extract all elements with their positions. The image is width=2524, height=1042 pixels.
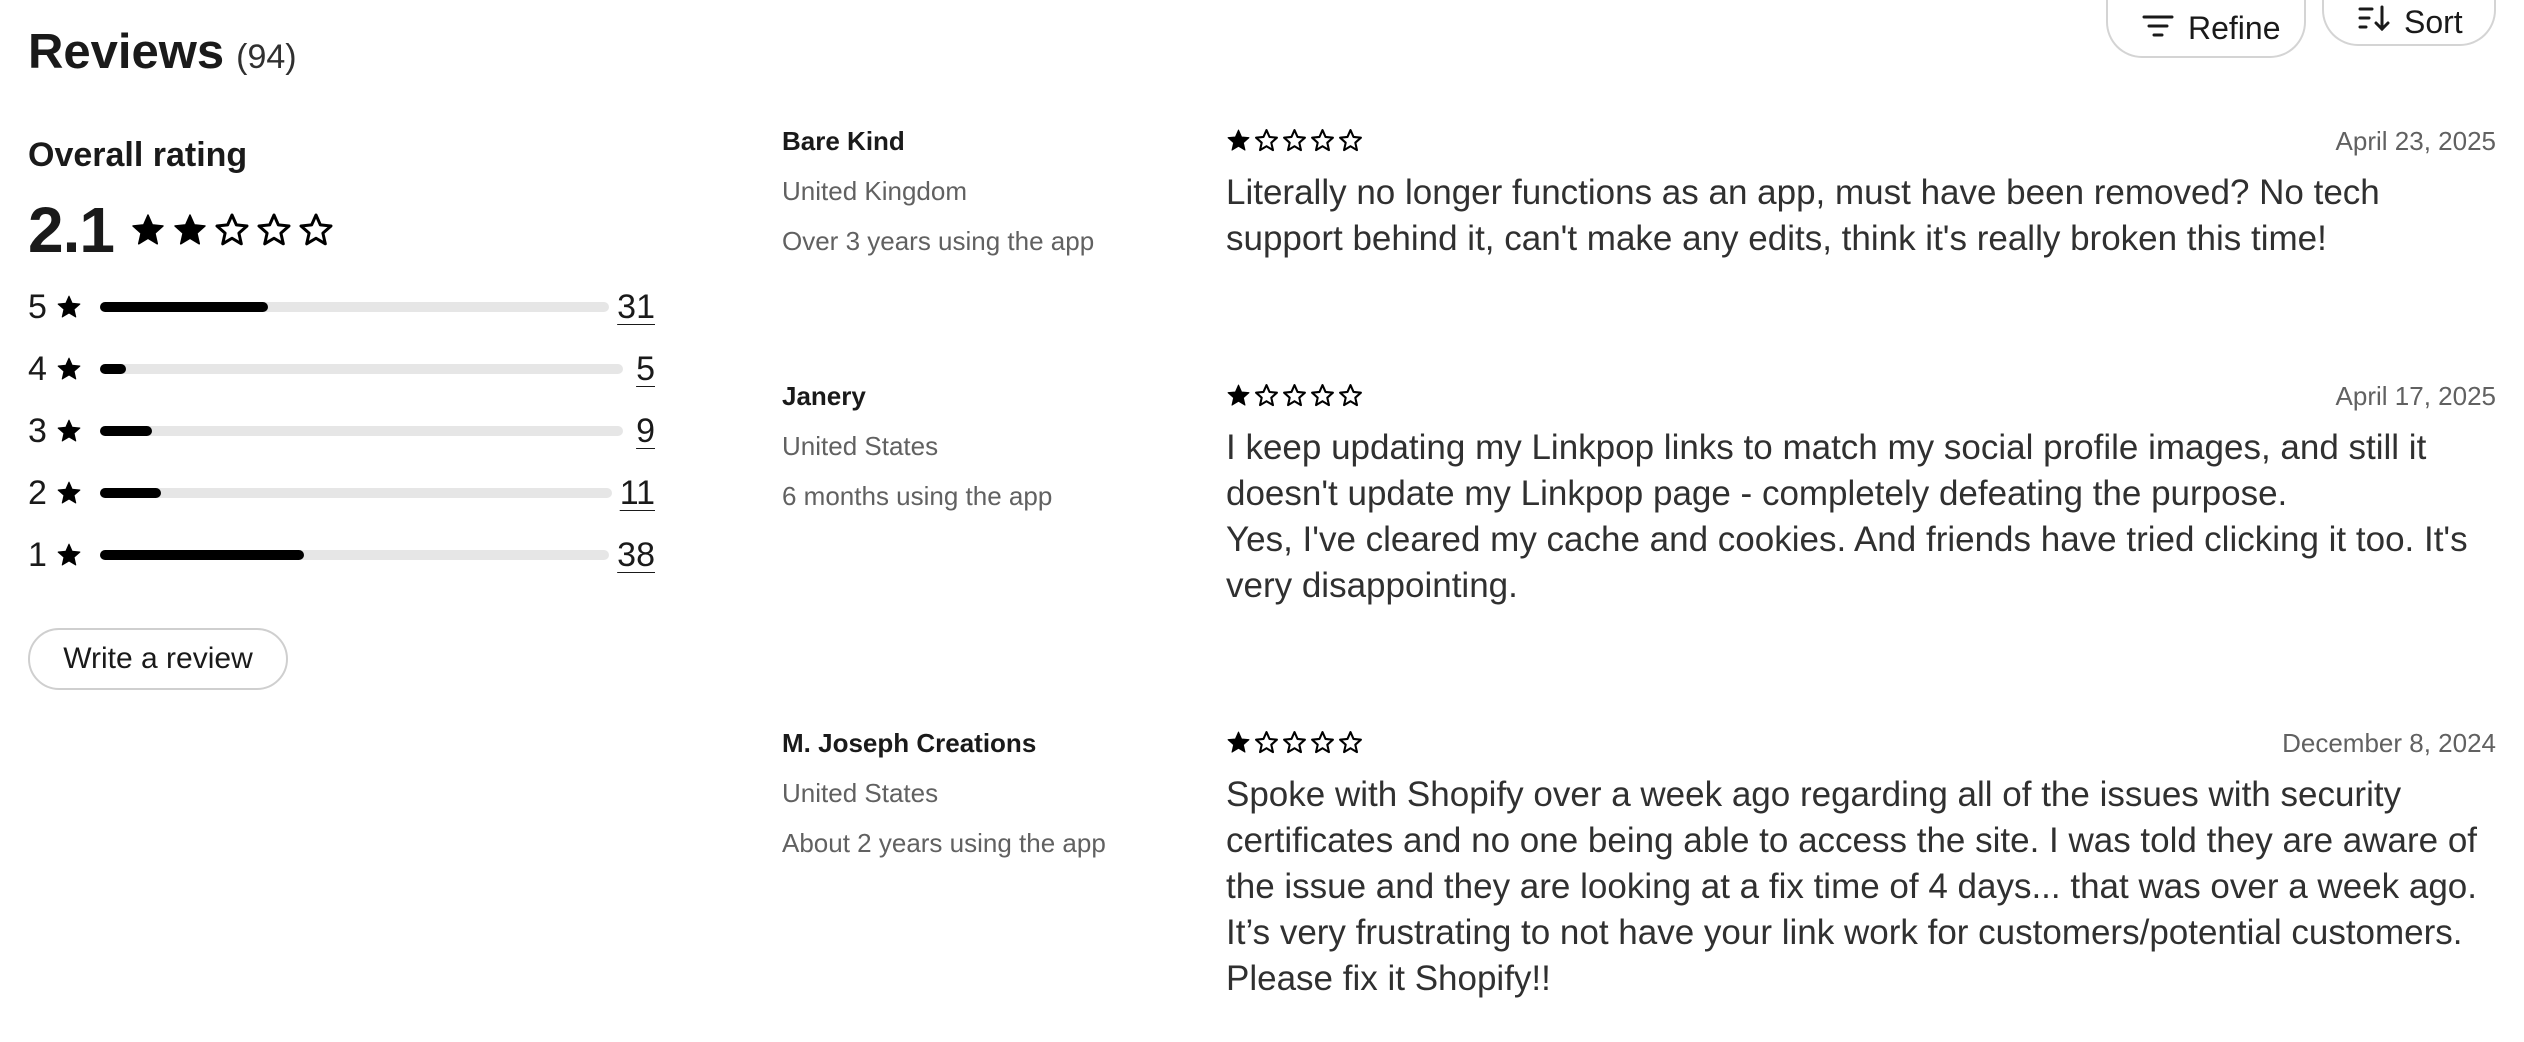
- reviewer-tenure: About 2 years using the app: [782, 828, 1106, 858]
- review-body: Literally no longer functions as an app,…: [1226, 170, 2492, 262]
- sort-arrows-icon: [2358, 4, 2390, 41]
- star-outline-icon: [1282, 730, 1307, 755]
- star-outline-icon: [1310, 730, 1335, 755]
- star-outline-icon: [1254, 730, 1279, 755]
- rating-bar-count-link[interactable]: 31: [617, 288, 655, 327]
- reviewer-name: Janery: [782, 381, 866, 411]
- star-filled-icon: [1226, 128, 1251, 153]
- star-filled-icon: [1226, 383, 1251, 408]
- rating-bar-track: [100, 302, 610, 312]
- rating-bar-count-link[interactable]: 9: [631, 412, 655, 451]
- rating-bar-fill: [100, 550, 304, 560]
- star-filled-icon: [1226, 730, 1251, 755]
- reviewer-country: United States: [782, 778, 939, 808]
- reviewer-tenure: Over 3 years using the app: [782, 226, 1095, 256]
- sort-button[interactable]: Sort: [2322, 0, 2496, 46]
- reviewer-tenure: 6 months using the app: [782, 481, 1053, 511]
- rating-bar-stars: 2: [28, 473, 47, 512]
- rating-bar-track: [100, 488, 612, 498]
- reviewer-name: Bare Kind: [782, 126, 905, 156]
- star-outline-icon: [298, 212, 334, 248]
- rating-bar-fill: [100, 364, 127, 374]
- rating-bar-row-1[interactable]: 1 38: [28, 535, 655, 575]
- star-outline-icon: [1254, 128, 1279, 153]
- review-body: I keep updating my Linkpop links to matc…: [1226, 425, 2492, 609]
- reviewer-country: United Kingdom: [782, 176, 967, 206]
- review-count: (94): [236, 38, 297, 76]
- review-paragraph: Spoke with Shopify over a week ago regar…: [1226, 775, 2478, 906]
- rating-bar-fill: [100, 426, 153, 436]
- overall-rating-value: 2.1: [28, 194, 115, 266]
- sort-label: Sort: [2404, 3, 2463, 40]
- star-filled-icon: [56, 356, 82, 382]
- rating-summary: Overall rating 2.1: [28, 136, 668, 267]
- rating-bar-row-3[interactable]: 39: [28, 411, 655, 451]
- review-rating-stars: [1226, 128, 1363, 153]
- rating-bar-row-5[interactable]: 5 31: [28, 287, 655, 327]
- rating-bar-count-link[interactable]: 38: [617, 536, 655, 575]
- star-filled-icon: [130, 212, 166, 248]
- star-outline-icon: [214, 212, 250, 248]
- rating-bar-stars: 1: [28, 535, 47, 574]
- rating-bar-fill: [100, 302, 269, 312]
- refine-label: Refine: [2188, 9, 2281, 46]
- review-date: April 23, 2025: [2335, 126, 2496, 156]
- star-outline-icon: [1282, 383, 1307, 408]
- star-filled-icon: [172, 212, 208, 248]
- rating-bar-fill: [100, 488, 162, 498]
- filter-lines-icon: [2142, 10, 2174, 47]
- rating-bar-row-2[interactable]: 2 11: [28, 473, 655, 513]
- review-paragraph: Yes, I've cleared my cache and cookies. …: [1226, 520, 2468, 605]
- review-paragraph: It’s very frustrating to not have your l…: [1226, 913, 2463, 998]
- rating-bar-stars: 3: [28, 411, 47, 450]
- rating-bar-count-link[interactable]: 11: [620, 474, 655, 513]
- star-outline-icon: [1338, 383, 1363, 408]
- reviewer-name: M. Joseph Creations: [782, 728, 1037, 758]
- overall-rating-row: 2.1: [28, 193, 668, 267]
- review-date: April 17, 2025: [2335, 381, 2496, 411]
- review-body: Spoke with Shopify over a week ago regar…: [1226, 772, 2492, 1002]
- rating-bar-track: [100, 364, 623, 374]
- review-rating-stars: [1226, 383, 1363, 408]
- rating-bar-track: [100, 550, 610, 560]
- rating-bar-count-link[interactable]: 5: [631, 350, 655, 389]
- rating-bar-stars: 4: [28, 349, 47, 388]
- star-filled-icon: [56, 480, 82, 506]
- star-outline-icon: [1282, 128, 1307, 153]
- review-paragraph: Literally no longer functions as an app,…: [1226, 173, 2380, 258]
- star-outline-icon: [1310, 128, 1335, 153]
- star-outline-icon: [1254, 383, 1279, 408]
- overall-rating-stars: [130, 212, 334, 248]
- star-outline-icon: [256, 212, 292, 248]
- star-filled-icon: [56, 418, 82, 444]
- review-paragraph: I keep updating my Linkpop links to matc…: [1226, 428, 2427, 513]
- rating-bar-row-4[interactable]: 45: [28, 349, 655, 389]
- write-review-button[interactable]: Write a review: [28, 628, 288, 690]
- review-date: December 8, 2024: [2282, 728, 2496, 758]
- star-filled-icon: [56, 542, 82, 568]
- rating-bar-stars: 5: [28, 287, 47, 326]
- reviews-header: Reviews (94): [28, 24, 297, 80]
- overall-rating-label: Overall rating: [28, 136, 248, 174]
- page-title: Reviews: [28, 25, 225, 79]
- review-rating-stars: [1226, 730, 1363, 755]
- star-outline-icon: [1338, 128, 1363, 153]
- star-filled-icon: [56, 294, 82, 320]
- rating-bar-track: [100, 426, 623, 436]
- reviewer-country: United States: [782, 431, 939, 461]
- refine-button[interactable]: Refine: [2106, 0, 2306, 58]
- star-outline-icon: [1310, 383, 1335, 408]
- star-outline-icon: [1338, 730, 1363, 755]
